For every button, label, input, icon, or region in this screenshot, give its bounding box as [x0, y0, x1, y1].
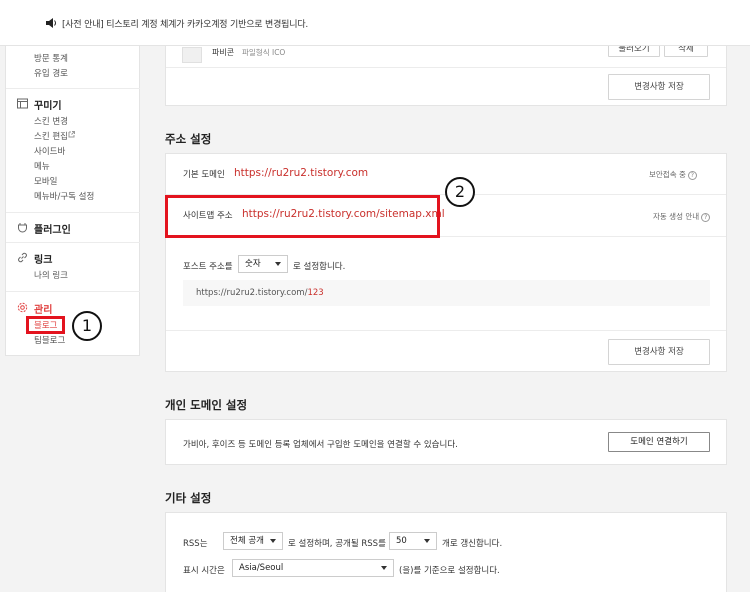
- caret-down-icon: [381, 566, 387, 570]
- rss-count-select[interactable]: 50: [389, 532, 437, 550]
- favicon-hint: 파일형식 ICO: [242, 48, 286, 57]
- annotation-highlight-blog: [26, 316, 65, 334]
- sidebar-item-referrer[interactable]: 유입 경로: [34, 67, 68, 79]
- divider: [166, 67, 726, 68]
- secure-note[interactable]: 보안접속 중?: [649, 169, 697, 180]
- rss-prefix: RSS는: [183, 539, 208, 549]
- post-address-select[interactable]: 숫자: [238, 255, 288, 273]
- annotation-number-2: 2: [445, 177, 475, 207]
- sidebar-title-manage[interactable]: 관리: [34, 301, 52, 316]
- sidebar-title-decorate[interactable]: 꾸미기: [34, 97, 62, 112]
- notice-text[interactable]: [사전 안내] 티스토리 계정 체계가 카카오계정 기반으로 변경됩니다.: [62, 17, 308, 30]
- rss-visibility-select[interactable]: 전체 공개: [223, 532, 283, 550]
- caret-down-icon: [270, 539, 276, 543]
- link-icon: [18, 252, 27, 263]
- rss-visibility-value: 전체 공개: [230, 536, 264, 546]
- rss-suffix: 개로 갱신합니다.: [442, 539, 503, 549]
- auto-gen-note[interactable]: 자동 생성 안내?: [653, 211, 711, 222]
- personal-domain-desc: 가비아, 후이즈 등 도메인 등록 업체에서 구입한 도메인을 연결할 수 있습…: [183, 440, 458, 450]
- timezone-suffix: (을)를 기준으로 설정합니다.: [399, 566, 500, 576]
- gear-icon: [17, 302, 28, 313]
- post-address-prefix: 포스트 주소를: [183, 262, 233, 272]
- address-save-button[interactable]: 변경사항 저장: [608, 339, 710, 365]
- divider: [166, 330, 726, 331]
- etc-section-title: 기타 설정: [165, 491, 212, 505]
- rss-mid: 로 설정하며, 공개될 RSS를: [288, 539, 386, 549]
- favicon-card: 파비콘 파일형식 ICO 불러오기 삭제 변경사항 저장: [165, 40, 727, 106]
- connect-domain-button[interactable]: 도메인 연결하기: [608, 432, 710, 452]
- rss-count-value: 50: [396, 536, 407, 546]
- sidebar-item-menu[interactable]: 메뉴: [34, 160, 50, 172]
- save-changes-button[interactable]: 변경사항 저장: [608, 74, 710, 100]
- default-domain-label: 기본 도메인: [183, 170, 225, 180]
- sidebar: 방문 통계 유입 경로 꾸미기 스킨 변경 스킨 편집 사이드바 메뉴 모바일 …: [5, 46, 140, 356]
- post-address-suffix: 로 설정합니다.: [293, 262, 346, 272]
- sidebar-item-visit-stats[interactable]: 방문 통계: [34, 52, 68, 64]
- divider: [6, 242, 140, 243]
- plugin-icon: [18, 223, 27, 233]
- sidebar-title-plugin[interactable]: 플러그인: [34, 221, 71, 236]
- sidebar-item-team-blog[interactable]: 팀블로그: [34, 334, 65, 346]
- annotation-highlight-sitemap: [165, 195, 440, 238]
- post-address-example-box: https://ru2ru2.tistory.com/123: [183, 280, 710, 306]
- sidebar-item-menubar[interactable]: 메뉴바/구독 설정: [34, 190, 94, 202]
- post-address-select-value: 숫자: [245, 259, 261, 269]
- timezone-select[interactable]: Asia/Seoul: [232, 559, 394, 577]
- default-domain-url[interactable]: https://ru2ru2.tistory.com: [234, 167, 368, 179]
- etc-card: RSS는 전체 공개 로 설정하며, 공개될 RSS를 50 개로 갱신합니다.…: [165, 512, 727, 592]
- divider: [6, 291, 140, 292]
- personal-domain-section-title: 개인 도메인 설정: [165, 398, 248, 412]
- favicon-label: 파비콘: [212, 48, 235, 57]
- caret-down-icon: [275, 262, 281, 266]
- sidebar-item-skin-change[interactable]: 스킨 변경: [34, 115, 68, 127]
- annotation-number-1: 1: [72, 311, 102, 341]
- caret-down-icon: [424, 539, 430, 543]
- timezone-value: Asia/Seoul: [239, 563, 284, 573]
- divider: [6, 88, 140, 89]
- help-icon[interactable]: ?: [701, 212, 711, 222]
- notice-bar: [사전 안내] 티스토리 계정 체계가 카카오계정 기반으로 변경됩니다.: [0, 0, 750, 46]
- sidebar-item-sidebar[interactable]: 사이드바: [34, 145, 65, 157]
- sidebar-item-skin-edit[interactable]: 스킨 편집: [34, 130, 68, 142]
- help-icon[interactable]: ?: [687, 170, 697, 180]
- timezone-prefix: 표시 시간은: [183, 566, 225, 576]
- layout-icon: [17, 98, 28, 109]
- sidebar-item-mobile[interactable]: 모바일: [34, 175, 57, 187]
- external-link-icon: [68, 131, 75, 138]
- personal-domain-card: 가비아, 후이즈 등 도메인 등록 업체에서 구입한 도메인을 연결할 수 있습…: [165, 419, 727, 465]
- divider: [6, 212, 140, 213]
- speaker-icon: [46, 18, 56, 28]
- sidebar-title-link[interactable]: 링크: [34, 251, 52, 266]
- sidebar-item-my-link[interactable]: 나의 링크: [34, 269, 68, 281]
- post-address-example: https://ru2ru2.tistory.com/123: [196, 288, 324, 298]
- favicon-preview: [182, 47, 202, 63]
- address-section-title: 주소 설정: [165, 132, 212, 146]
